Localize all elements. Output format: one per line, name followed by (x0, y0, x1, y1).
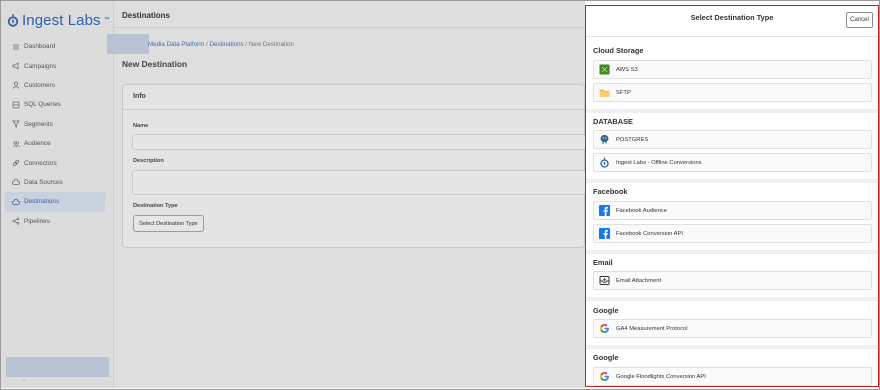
facebook-icon (599, 205, 610, 216)
option-label: Facebook Conversion API (616, 230, 684, 237)
sidebar-user-block[interactable] (6, 357, 109, 377)
sidebar: Ingest Labs ™ Dashboard Campaigns Custom… (1, 1, 114, 388)
destination-type-label: Destination Type (133, 203, 178, 209)
option-facebook-audience[interactable]: Facebook Audience (593, 201, 872, 220)
sidebar-item-audience[interactable]: Audience (5, 134, 105, 153)
option-label: Facebook Audience (616, 207, 667, 214)
description-input[interactable] (132, 170, 586, 195)
ingest-labs-icon (599, 157, 610, 168)
top-bar: Destinations (114, 1, 585, 28)
breadcrumb-current: New Destination (248, 41, 294, 48)
panel-title: Select Destination Type (690, 13, 774, 22)
sidebar-item-label: Data Sources (24, 178, 63, 186)
main-content: Destinations Media Data Platform / Desti… (107, 1, 586, 388)
sidebar-item-label: Connectors (24, 159, 57, 167)
option-postgres[interactable]: POSTGRES (593, 130, 872, 149)
option-facebook-conversion-api[interactable]: Facebook Conversion API (593, 224, 872, 243)
folder-icon (599, 87, 610, 98)
megaphone-icon (12, 62, 20, 70)
option-label: GA4 Measurement Protocol (616, 325, 688, 332)
sidebar-item-pipelines[interactable]: Pipelines (5, 212, 105, 231)
google-icon (599, 323, 610, 334)
sidebar-item-label: Dashboard (24, 43, 56, 51)
filter-icon (12, 120, 20, 128)
option-ga4-measurement-protocol[interactable]: GA4 Measurement Protocol (593, 319, 872, 338)
sidebar-item-connectors[interactable]: Connectors (5, 153, 105, 172)
panel-divider (586, 36, 878, 37)
logo-trademark: ™ (103, 17, 110, 23)
sidebar-item-customers[interactable]: Customers (5, 76, 105, 95)
sidebar-item-label: Pipelines (24, 217, 50, 225)
page-title: New Destination (122, 59, 188, 69)
facebook-icon (599, 228, 610, 239)
sidebar-item-segments[interactable]: Segments (5, 115, 105, 134)
sidebar-nav: Dashboard Campaigns Customers SQL Querie… (5, 37, 105, 231)
section-separator (586, 179, 878, 183)
sidebar-item-dashboard[interactable]: Dashboard (5, 37, 105, 56)
sidebar-item-label: Audience (24, 140, 51, 148)
cloud-icon (12, 198, 20, 206)
option-label: Ingest Labs - Offline Conversions (616, 159, 702, 166)
cloud-icon (12, 178, 20, 186)
breadcrumb-link-platform[interactable]: Media Data Platform (148, 41, 204, 48)
sidebar-item-label: Destinations (24, 198, 60, 206)
description-label: Description (133, 158, 164, 164)
section-separator (586, 250, 878, 254)
share-icon (12, 217, 20, 225)
user-icon (12, 81, 20, 90)
option-label: POSTGRES (616, 136, 649, 143)
cancel-button[interactable]: Cancel (846, 12, 873, 28)
destination-type-panel: Select Destination Type Cancel Cloud Sto… (585, 5, 879, 387)
app-logo[interactable]: Ingest Labs ™ (7, 10, 110, 30)
breadcrumb-link-destinations[interactable]: Destinations (210, 41, 244, 48)
name-label: Name (133, 123, 149, 129)
select-destination-type-button[interactable]: Select Destination Type (133, 215, 204, 232)
option-email-attachment[interactable]: Email Attachment (593, 271, 872, 290)
section-title-email: Email (593, 258, 613, 267)
section-title-facebook: Facebook (593, 187, 628, 196)
list-icon (12, 43, 20, 51)
sidebar-item-label: Customers (24, 81, 55, 89)
option-label: SFTP (616, 89, 631, 96)
postgres-icon (599, 134, 610, 145)
section-title-cloud-storage: Cloud Storage (593, 46, 644, 55)
group-icon (12, 140, 20, 148)
sidebar-item-label: Segments (24, 120, 53, 128)
section-title-google: Google (593, 306, 619, 315)
info-card: Info Name Description Destination Type S… (122, 84, 586, 248)
option-google-floodlights-conversion-api[interactable]: Google Floodlights Conversion API (593, 367, 872, 386)
name-input[interactable] (132, 134, 586, 150)
sidebar-item-data-sources[interactable]: Data Sources (5, 173, 105, 192)
email-icon (599, 275, 610, 286)
sidebar-item-campaigns[interactable]: Campaigns (5, 56, 105, 75)
section-separator (586, 297, 878, 301)
sidebar-item-sql-queries[interactable]: SQL Queries (5, 95, 105, 114)
option-ingest-labs-offline-conversions[interactable]: Ingest Labs - Offline Conversions (593, 153, 872, 172)
google-icon (599, 371, 610, 382)
breadcrumb-redacted-block (107, 34, 149, 54)
collapse-sidebar-icon[interactable]: « (23, 378, 26, 384)
option-sftp[interactable]: SFTP (593, 83, 872, 102)
link-icon (12, 159, 20, 167)
topbar-title: Destinations (122, 11, 171, 20)
section-separator (586, 345, 878, 349)
database-icon (12, 101, 20, 109)
info-card-title: Info (133, 93, 146, 100)
section-separator (586, 109, 878, 113)
ingest-labs-logo-icon (7, 14, 19, 27)
option-label: Email Attachment (616, 277, 662, 284)
sidebar-item-label: Campaigns (24, 62, 57, 70)
section-title-database: DATABASE (593, 117, 633, 126)
logo-text: Ingest Labs (22, 11, 101, 29)
section-title-google: Google (593, 353, 619, 362)
breadcrumb: Media Data Platform / Destinations / New… (148, 41, 294, 48)
option-label: AWS S3 (616, 66, 638, 73)
option-aws-s3[interactable]: AWS S3 (593, 60, 872, 79)
info-card-header: Info (123, 85, 584, 110)
aws-s3-icon (599, 64, 610, 75)
option-label: Google Floodlights Conversion API (616, 373, 706, 380)
sidebar-item-destinations[interactable]: Destinations (5, 192, 105, 212)
sidebar-item-label: SQL Queries (24, 101, 61, 109)
